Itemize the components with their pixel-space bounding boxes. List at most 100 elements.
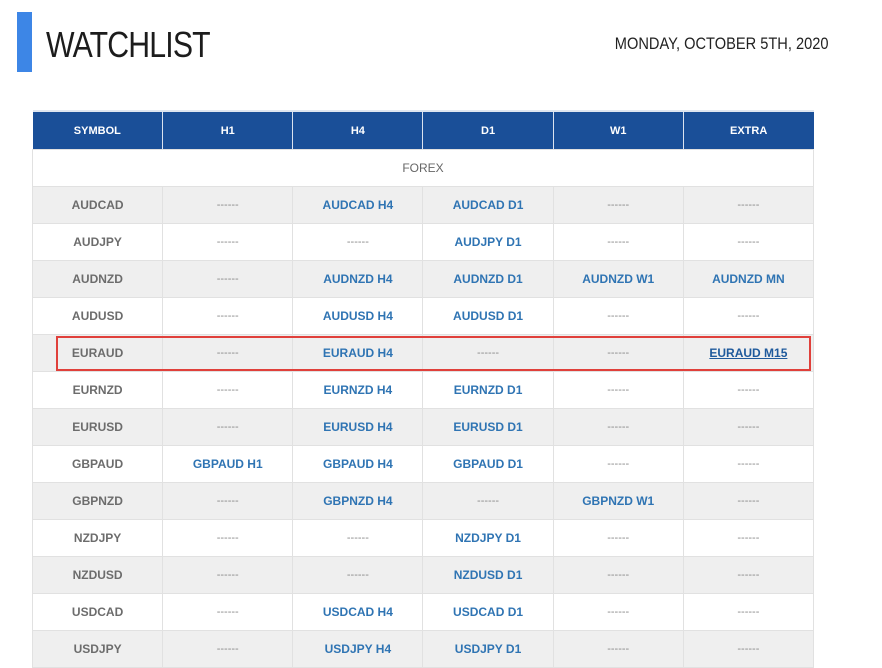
empty-cell: ------ [552, 408, 684, 446]
timeframe-link[interactable]: GBPAUD D1 [422, 445, 554, 483]
empty-cell: ------ [682, 630, 815, 668]
empty-cell: ------ [552, 297, 684, 335]
symbol-cell: USDJPY [31, 630, 164, 668]
timeframe-link[interactable]: AUDNZD H4 [292, 260, 424, 298]
table-row: GBPAUD GBPAUD H1 GBPAUD H4 GBPAUD D1 ------ -… [31, 445, 815, 483]
empty-cell: ------ [162, 371, 294, 409]
table-row: USDJPY ------ USDJPY H4 USDJPY D1 ------ ----… [31, 630, 815, 668]
timeframe-link[interactable]: GBPAUD H4 [292, 445, 424, 483]
column-header-symbol: SYMBOL [32, 110, 163, 150]
empty-cell: ------ [682, 223, 815, 261]
empty-cell: ------ [552, 593, 684, 631]
table-row: EURUSD ------ EURUSD H4 EURUSD D1 ------ ----… [31, 408, 815, 446]
timeframe-link[interactable]: USDJPY H4 [292, 630, 424, 668]
empty-cell: ------ [552, 371, 684, 409]
empty-cell: ------ [162, 593, 294, 631]
page-title: WATCHLIST [46, 24, 211, 65]
column-header-extra: EXTRA [682, 110, 814, 150]
empty-cell: ------ [682, 371, 815, 409]
table-row: EURNZD ------ EURNZD H4 EURNZD D1 ------ ----… [31, 371, 815, 409]
empty-cell: ------ [552, 445, 684, 483]
timeframe-link[interactable]: GBPAUD H1 [162, 445, 294, 483]
empty-cell: ------ [162, 260, 294, 298]
table-row: AUDUSD ------ AUDUSD H4 AUDUSD D1 ------ ----… [31, 297, 815, 335]
timeframe-link[interactable]: USDCAD D1 [422, 593, 554, 631]
timeframe-link[interactable]: AUDCAD H4 [292, 186, 424, 224]
symbol-cell: AUDCAD [31, 186, 164, 224]
empty-cell: ------ [162, 297, 294, 335]
empty-cell: ------ [162, 408, 294, 446]
timeframe-link[interactable]: AUDNZD D1 [422, 260, 554, 298]
empty-cell: ------ [422, 482, 554, 520]
timeframe-link[interactable]: EURUSD H4 [292, 408, 424, 446]
timeframe-link[interactable]: GBPNZD W1 [552, 482, 684, 520]
timeframe-link[interactable]: GBPNZD H4 [292, 482, 424, 520]
table-row: AUDNZD ------ AUDNZD H4 AUDNZD D1 AUDNZD W1 A… [31, 260, 815, 298]
timeframe-link[interactable]: AUDJPY D1 [422, 223, 554, 261]
timeframe-link[interactable]: EURUSD D1 [422, 408, 554, 446]
symbol-cell: EURNZD [31, 371, 164, 409]
empty-cell: ------ [162, 482, 294, 520]
empty-cell: ------ [292, 519, 424, 557]
page-date: MONDAY, OCTOBER 5TH, 2020 [614, 34, 828, 53]
empty-cell: ------ [682, 186, 815, 224]
empty-cell: ------ [162, 223, 294, 261]
empty-cell: ------ [162, 630, 294, 668]
column-header-h4: H4 [292, 110, 423, 150]
symbol-cell: NZDUSD [31, 556, 164, 594]
timeframe-link[interactable]: AUDUSD H4 [292, 297, 424, 335]
timeframe-link[interactable]: NZDJPY D1 [422, 519, 554, 557]
timeframe-link[interactable]: EURAUD H4 [292, 334, 424, 372]
empty-cell: ------ [552, 556, 684, 594]
empty-cell: ------ [552, 630, 684, 668]
empty-cell: ------ [552, 186, 684, 224]
table-row: AUDCAD ------ AUDCAD H4 AUDCAD D1 ------ ----… [31, 186, 815, 224]
symbol-cell: NZDJPY [31, 519, 164, 557]
watchlist-table: SYMBOL H1 H4 D1 W1 EXTRA FOREX AUDCAD ---… [31, 110, 815, 668]
timeframe-link[interactable]: AUDNZD MN [682, 260, 815, 298]
table-row: AUDJPY ------ ------ AUDJPY D1 ------ ------ [31, 223, 815, 261]
timeframe-link[interactable]: AUDUSD D1 [422, 297, 554, 335]
empty-cell: ------ [682, 593, 815, 631]
empty-cell: ------ [682, 519, 815, 557]
empty-cell: ------ [682, 556, 815, 594]
table-row: USDCAD ------ USDCAD H4 USDCAD D1 ------ ----… [31, 593, 815, 631]
symbol-cell: GBPNZD [31, 482, 164, 520]
symbol-cell: AUDUSD [31, 297, 164, 335]
symbol-cell: AUDJPY [31, 223, 164, 261]
table-row: NZDUSD ------ ------ NZDUSD D1 ------ ------ [31, 556, 815, 594]
column-header-h1: H1 [162, 110, 293, 150]
empty-cell: ------ [682, 408, 815, 446]
empty-cell: ------ [682, 445, 815, 483]
section-label: FOREX [32, 149, 814, 187]
title-accent-bar [17, 12, 32, 72]
timeframe-link[interactable]: NZDUSD D1 [422, 556, 554, 594]
symbol-cell: AUDNZD [31, 260, 164, 298]
timeframe-link[interactable]: AUDCAD D1 [422, 186, 554, 224]
timeframe-link[interactable]: USDJPY D1 [422, 630, 554, 668]
symbol-cell: USDCAD [31, 593, 164, 631]
empty-cell: ------ [162, 334, 294, 372]
empty-cell: ------ [422, 334, 554, 372]
empty-cell: ------ [162, 519, 294, 557]
table-header-row: SYMBOL H1 H4 D1 W1 EXTRA [32, 110, 814, 150]
empty-cell: ------ [162, 186, 294, 224]
symbol-cell: GBPAUD [31, 445, 164, 483]
empty-cell: ------ [162, 556, 294, 594]
timeframe-link[interactable]: EURAUD M15 [682, 334, 815, 372]
timeframe-link[interactable]: EURNZD D1 [422, 371, 554, 409]
table-row: EURAUD ------ EURAUD H4 ------ ------ EURAUD … [31, 334, 815, 372]
table-row: NZDJPY ------ ------ NZDJPY D1 ------ ------ [31, 519, 815, 557]
symbol-cell: EURAUD [31, 334, 164, 372]
empty-cell: ------ [552, 334, 684, 372]
timeframe-link[interactable]: EURNZD H4 [292, 371, 424, 409]
empty-cell: ------ [552, 223, 684, 261]
empty-cell: ------ [682, 482, 815, 520]
column-header-d1: D1 [422, 110, 554, 150]
empty-cell: ------ [292, 223, 424, 261]
column-header-w1: W1 [552, 110, 684, 150]
symbol-cell: EURUSD [31, 408, 164, 446]
timeframe-link[interactable]: AUDNZD W1 [552, 260, 684, 298]
timeframe-link[interactable]: USDCAD H4 [292, 593, 424, 631]
empty-cell: ------ [292, 556, 424, 594]
